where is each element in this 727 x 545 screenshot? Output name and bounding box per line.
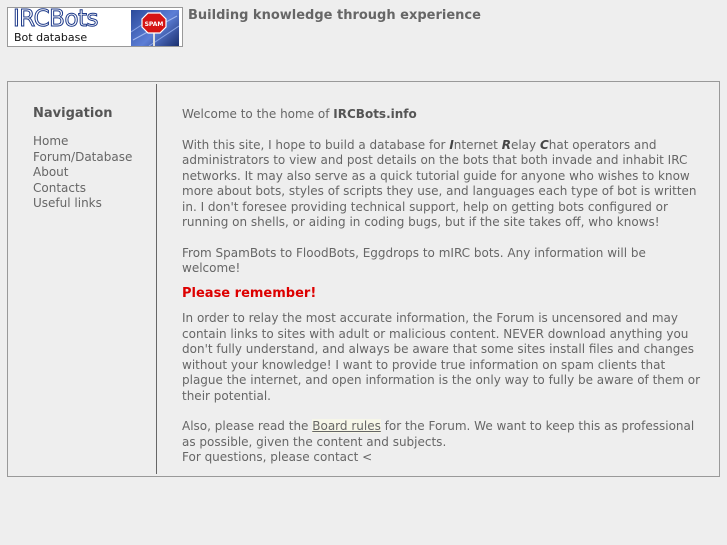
nav-item-contacts[interactable]: Contacts [33, 181, 132, 197]
from-line: From SpamBots to FloodBots, Eggdrops to … [182, 245, 646, 276]
nav-item-home[interactable]: Home [33, 134, 132, 150]
contact-line: For questions, please contact < [182, 450, 373, 464]
intro-text-start: With this site, I hope to build a databa… [182, 137, 450, 152]
board-rules-link[interactable]: Board rules [312, 419, 381, 433]
intro-letter-r: R [501, 137, 511, 152]
nav-item-about[interactable]: About [33, 165, 132, 181]
spam-sign-image: SPAM [130, 10, 180, 46]
also-prefix: Also, please read the [182, 419, 313, 433]
welcome-site-name: IRCBots.info [333, 107, 417, 121]
intro-letter-c: C [539, 137, 549, 152]
board-rules-line: Also, please read the Board rules for th… [182, 419, 702, 450]
welcome-line: Welcome to the home of IRCBots.info [182, 107, 702, 123]
intro-word-internet: nternet [453, 137, 502, 152]
relay-paragraph: In order to relay the most accurate info… [182, 311, 701, 403]
nav-list: Home Forum/Database About Contacts Usefu… [33, 134, 132, 212]
nav-item-forum-database[interactable]: Forum/Database [33, 150, 132, 166]
main-content: Welcome to the home of IRCBots.info With… [182, 107, 702, 466]
site-logo[interactable]: IRCBots Bot database SPAM [7, 7, 183, 47]
main-frame: Navigation Home Forum/Database About Con… [7, 81, 720, 477]
column-divider [156, 84, 157, 474]
svg-text:SPAM: SPAM [145, 21, 164, 28]
logo-title: IRCBots [12, 7, 99, 33]
nav-item-useful-links[interactable]: Useful links [33, 196, 132, 212]
remember-heading: Please remember! [182, 285, 317, 301]
intro-paragraph: With this site, I hope to build a databa… [182, 138, 702, 231]
intro-word-relay: elay [510, 137, 540, 152]
logo-subtitle: Bot database [14, 31, 88, 44]
nav-title: Navigation [33, 106, 113, 121]
site-tagline: Building knowledge through experience [188, 8, 481, 23]
welcome-prefix: Welcome to the home of [182, 107, 334, 121]
